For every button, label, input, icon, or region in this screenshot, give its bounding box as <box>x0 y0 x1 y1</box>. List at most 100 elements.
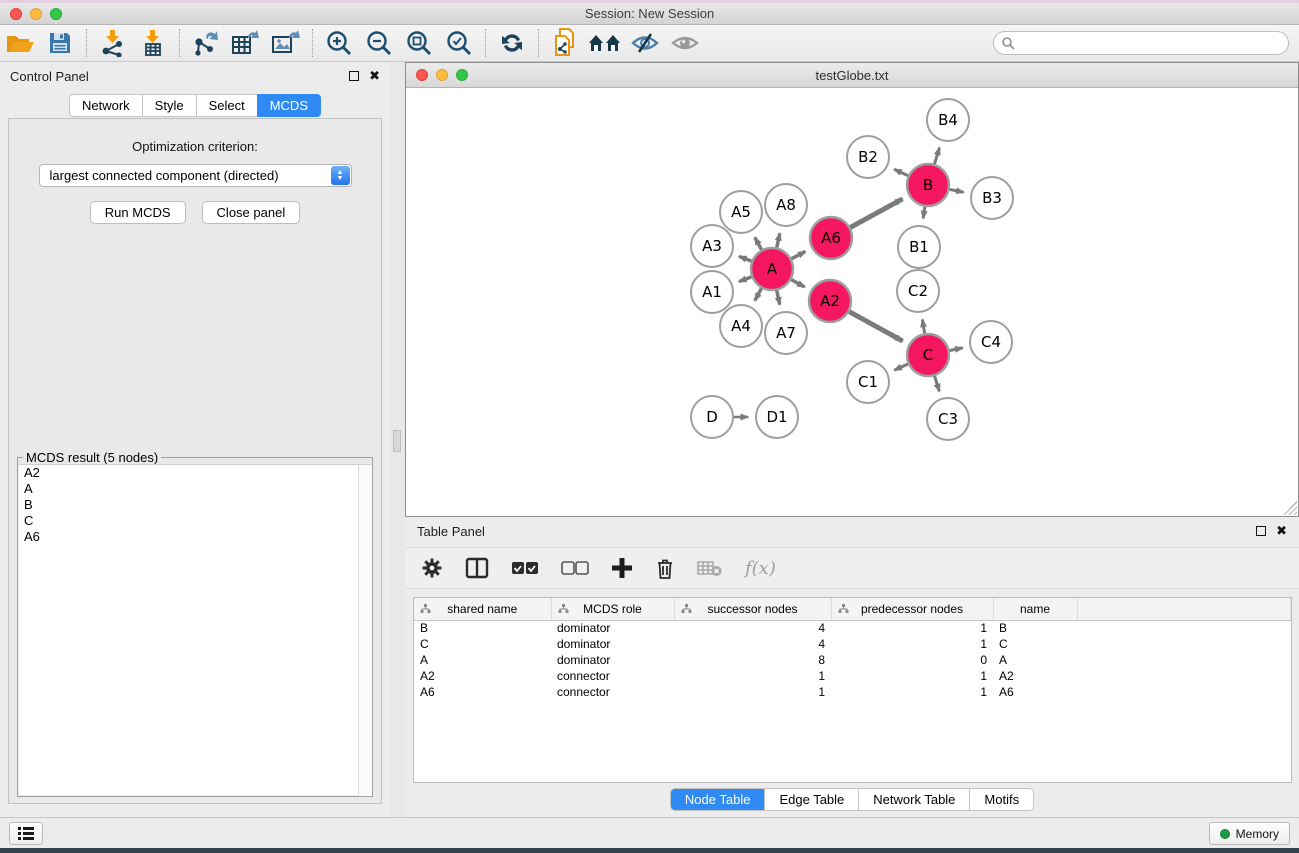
export-table-button[interactable] <box>226 26 266 60</box>
zoom-fit-button[interactable] <box>399 26 439 60</box>
node-table[interactable]: shared nameMCDS rolesuccessor nodesprede… <box>413 597 1292 783</box>
table-cell[interactable]: A2 <box>414 668 551 684</box>
table-cell[interactable]: 1 <box>831 668 993 684</box>
table-cell[interactable]: C <box>993 636 1077 652</box>
edge-A-A3[interactable] <box>739 256 752 261</box>
table-row[interactable]: Adominator80A <box>414 652 1291 668</box>
table-cell[interactable]: B <box>993 620 1077 636</box>
show-graphics-details-button[interactable] <box>665 26 705 60</box>
minimize-window-button[interactable] <box>30 8 42 20</box>
edge-B-B1[interactable] <box>923 206 925 219</box>
edge-A6-B[interactable] <box>849 199 902 228</box>
column-header-predecessor-nodes[interactable]: predecessor nodes <box>831 598 993 620</box>
result-scrollbar[interactable] <box>358 465 372 796</box>
table-cell[interactable]: 1 <box>674 684 831 700</box>
table-cell[interactable]: dominator <box>551 652 674 668</box>
edge-A-A2[interactable] <box>790 279 804 287</box>
export-network-button[interactable] <box>186 26 226 60</box>
window-resize-grip[interactable] <box>1283 501 1297 515</box>
edge-C-C2[interactable] <box>922 320 924 335</box>
table-row[interactable]: Cdominator41C <box>414 636 1291 652</box>
edge-A-A6[interactable] <box>791 251 806 259</box>
table-settings-button[interactable] <box>421 557 443 579</box>
panel-splitter[interactable] <box>390 62 405 817</box>
network-graph[interactable]: B4B2BB3A5A8A6A3B1AA1C2A2A4A7C4CC1C3DD1 <box>406 88 1298 516</box>
task-history-button[interactable] <box>9 822 43 845</box>
close-window-button[interactable] <box>10 8 22 20</box>
select-all-columns-button[interactable] <box>511 561 539 575</box>
table-cell[interactable]: 1 <box>831 636 993 652</box>
table-cell[interactable]: 4 <box>674 636 831 652</box>
table-cell[interactable]: 8 <box>674 652 831 668</box>
deselect-all-columns-button[interactable] <box>561 561 589 575</box>
tab-node-table[interactable]: Node Table <box>671 789 766 810</box>
run-mcds-button[interactable]: Run MCDS <box>90 201 186 224</box>
float-panel-icon[interactable] <box>349 71 359 81</box>
tab-edge-table[interactable]: Edge Table <box>765 789 859 810</box>
network-maximize-button[interactable] <box>456 69 468 81</box>
show-overview-button[interactable] <box>585 26 625 60</box>
table-cell[interactable]: 1 <box>831 620 993 636</box>
tab-network[interactable]: Network <box>69 94 142 117</box>
zoom-out-button[interactable] <box>359 26 399 60</box>
table-cell[interactable]: B <box>414 620 551 636</box>
save-session-button[interactable] <box>40 26 80 60</box>
edge-B-B4[interactable] <box>934 148 939 165</box>
table-cell[interactable]: A <box>414 652 551 668</box>
edge-A-A4[interactable] <box>755 287 762 300</box>
close-table-panel-icon[interactable]: ✖ <box>1276 526 1287 536</box>
table-cell[interactable]: 0 <box>831 652 993 668</box>
open-session-button[interactable] <box>0 26 40 60</box>
create-column-button[interactable] <box>611 557 633 579</box>
mcds-result-item[interactable]: C <box>19 513 371 529</box>
column-header-successor-nodes[interactable]: successor nodes <box>674 598 831 620</box>
table-cell[interactable]: 1 <box>674 668 831 684</box>
edge-C-C4[interactable] <box>949 348 963 351</box>
hide-edges-button[interactable] <box>625 26 665 60</box>
table-cell[interactable]: C <box>414 636 551 652</box>
splitter-grip[interactable] <box>393 430 401 452</box>
tab-mcds[interactable]: MCDS <box>257 94 321 117</box>
table-cell[interactable]: 4 <box>674 620 831 636</box>
delete-column-button[interactable] <box>655 557 675 580</box>
edge-C-C1[interactable] <box>894 364 908 370</box>
edge-B-B3[interactable] <box>949 189 964 192</box>
table-cell[interactable]: A2 <box>993 668 1077 684</box>
edge-A2-C[interactable] <box>848 311 902 341</box>
criterion-dropdown[interactable]: largest connected component (directed) ▲… <box>39 164 352 187</box>
table-cell[interactable]: dominator <box>551 620 674 636</box>
close-panel-icon[interactable]: ✖ <box>369 71 380 81</box>
mcds-result-item[interactable]: B <box>19 497 371 513</box>
table-cell[interactable]: A6 <box>414 684 551 700</box>
table-row[interactable]: A2connector11A2 <box>414 668 1291 684</box>
table-cell[interactable]: connector <box>551 684 674 700</box>
table-cell[interactable]: A6 <box>993 684 1077 700</box>
tab-select[interactable]: Select <box>196 94 257 117</box>
column-header-name[interactable]: name <box>993 598 1077 620</box>
export-image-button[interactable] <box>266 26 306 60</box>
table-row[interactable]: A6connector11A6 <box>414 684 1291 700</box>
edge-A-A8[interactable] <box>776 233 779 248</box>
edge-B-B2[interactable] <box>894 169 909 176</box>
table-cell[interactable]: A <box>993 652 1077 668</box>
close-panel-button[interactable]: Close panel <box>202 201 301 224</box>
column-header-MCDS-role[interactable]: MCDS role <box>551 598 674 620</box>
tab-network-table[interactable]: Network Table <box>859 789 970 810</box>
network-canvas[interactable]: B4B2BB3A5A8A6A3B1AA1C2A2A4A7C4CC1C3DD1 <box>406 88 1298 516</box>
edge-A-A1[interactable] <box>739 277 752 282</box>
edge-C-C3[interactable] <box>934 375 939 391</box>
table-cell[interactable]: connector <box>551 668 674 684</box>
table-cell[interactable]: dominator <box>551 636 674 652</box>
edge-A-A7[interactable] <box>776 290 779 305</box>
mcds-result-item[interactable]: A2 <box>19 465 371 481</box>
network-window-titlebar[interactable]: testGlobe.txt <box>406 63 1298 88</box>
network-close-button[interactable] <box>416 69 428 81</box>
column-header-shared-name[interactable]: shared name <box>414 598 551 620</box>
edge-A-A5[interactable] <box>755 237 762 250</box>
maximize-window-button[interactable] <box>50 8 62 20</box>
column-browser-button[interactable] <box>465 557 489 579</box>
table-row[interactable]: Bdominator41B <box>414 620 1291 636</box>
import-table-button[interactable] <box>133 26 173 60</box>
search-input[interactable] <box>993 31 1289 55</box>
refresh-view-button[interactable] <box>492 26 532 60</box>
